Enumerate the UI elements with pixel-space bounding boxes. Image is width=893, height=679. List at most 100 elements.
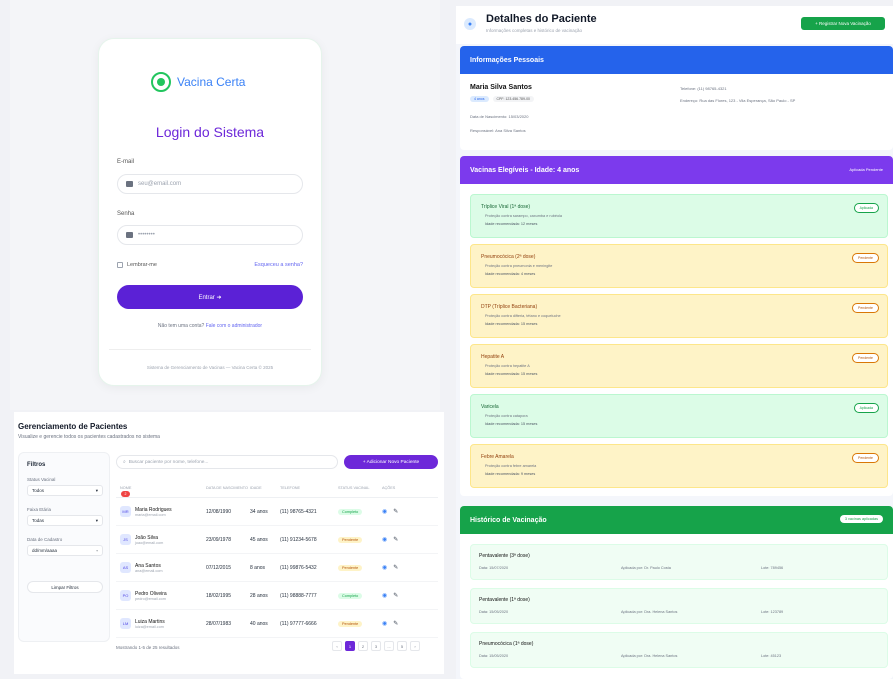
status-badge: Completo <box>338 592 363 599</box>
patient-name: Ana Santos <box>135 562 161 569</box>
view-icon[interactable]: ◉ <box>382 536 387 543</box>
clear-filters-button[interactable]: Limpar Filtros <box>27 581 103 593</box>
patient-age: 45 anos <box>250 536 268 543</box>
actions-cell: ◉ ✎ <box>382 564 422 571</box>
guardian: Responsável: Ana Silva Santos <box>470 128 526 133</box>
age-filter-value: Todas <box>32 518 45 523</box>
patient-email: maria@email.com <box>135 512 166 517</box>
patient-cell: JS João Silva joao@email.com <box>116 534 206 545</box>
page-1[interactable]: 1 <box>345 641 355 651</box>
vaccine-description: Proteção contra pneumonia e meningite <box>485 264 553 268</box>
vaccine-card[interactable]: Hepatite A Proteção contra hepatite A Idad… <box>470 344 888 388</box>
date-filter-value: dd/mm/aaaa <box>32 548 58 553</box>
actions-cell: ◉ ✎ <box>382 620 422 627</box>
page-5[interactable]: 5 <box>397 641 407 651</box>
status-cell: Pendente <box>338 620 382 627</box>
patient-detail-panel: ● Detalhes do Paciente Informações compl… <box>456 6 893 679</box>
birth-date: Data de Nascimento: 15/03/2020 <box>470 114 529 119</box>
patient-identity: Ana Santos ana@email.com <box>135 563 163 573</box>
chevron-down-icon: ▾ <box>95 487 98 493</box>
edit-icon[interactable]: ✎ <box>393 564 398 571</box>
history-date: Data: 15/07/2020 <box>479 566 509 570</box>
new-badge: 2 <box>121 491 130 497</box>
page-next[interactable]: › <box>410 641 420 651</box>
remember-me[interactable]: Lembrar-me <box>117 262 157 268</box>
edit-icon[interactable]: ✎ <box>393 620 398 627</box>
vaccine-description: Proteção contra sarampo, caxumba e rubéo… <box>485 214 563 218</box>
vaccine-recommended-age: Idade recomendada: 9 meses <box>485 472 536 476</box>
add-patient-button[interactable]: + Adicionar Novo Paciente <box>344 455 438 469</box>
view-icon[interactable]: ◉ <box>382 564 387 571</box>
vaccine-name: Tríplice Viral (1ª dose) <box>481 204 531 210</box>
view-icon[interactable]: ◉ <box>382 508 387 515</box>
table-row[interactable]: PO Pedro Oliveira pedro@email.com 18/02/199… <box>116 582 438 610</box>
vaccine-description: Proteção contra difteria, tétano e coque… <box>485 314 561 318</box>
date-filter-input[interactable]: dd/mm/aaaa ▫ <box>27 545 103 556</box>
email-field[interactable]: seu@email.com <box>117 174 303 194</box>
contact-admin-link[interactable]: Fale com o administrador <box>206 323 262 329</box>
address: Endereço: Rua das Flores, 123 - Vila Esp… <box>680 98 796 103</box>
status-filter-select[interactable]: Todos ▾ <box>27 485 103 496</box>
lock-icon <box>126 232 133 238</box>
patients-table: NOME DATA DE NASCIMENTO IDADE TELEFONE S… <box>116 478 438 638</box>
page-2[interactable]: 2 <box>358 641 368 651</box>
table-row[interactable]: AS Ana Santos ana@email.com 07/12/2015 8 ano… <box>116 554 438 582</box>
view-icon[interactable]: ◉ <box>382 592 387 599</box>
vaccine-card[interactable]: Febre Amarela Proteção contra febre amare… <box>470 444 888 488</box>
status-badge: Pendente <box>338 536 363 543</box>
history-date: Data: 15/05/2020 <box>479 654 509 658</box>
vaccine-status-badge: Aplicada <box>853 203 879 213</box>
history-count-badge: 3 vacinas aplicadas <box>839 515 883 523</box>
vaccine-card[interactable]: DTP (Tríplice Bacteriana) Proteção contra… <box>470 294 888 338</box>
col-age: IDADE <box>250 485 262 490</box>
status-badge: Completo <box>338 508 363 515</box>
edit-icon[interactable]: ✎ <box>393 508 398 515</box>
search-input[interactable]: ⌕ Buscar paciente por nome, telefone... <box>116 455 338 469</box>
age-filter-select[interactable]: Todas ▾ <box>27 515 103 526</box>
vaccine-card[interactable]: Pneumocócica (2ª dose) Proteção contra pn… <box>470 244 888 288</box>
history-card: Pentavalente (3ª dose) Data: 15/07/2020 Ap… <box>470 544 888 580</box>
patient-dob: 12/08/1990 <box>206 508 232 515</box>
vaccine-card[interactable]: Tríplice Viral (1ª dose) Proteção contra … <box>470 194 888 238</box>
vaccine-status-badge: Pendente <box>852 453 879 463</box>
password-field[interactable]: •••••••• <box>117 225 303 245</box>
patient-name: Maria Silva Santos <box>470 84 532 91</box>
vaccine-name: Varicela <box>481 404 499 410</box>
vaccine-card[interactable]: Varicela Proteção contra catapora Idade re… <box>470 394 888 438</box>
history-applied-by: Aplicada por: Dra. Helena Santos <box>621 610 678 614</box>
vaccine-status-badge: Pendente <box>852 353 879 363</box>
patient-age: 8 anos <box>250 564 266 571</box>
view-icon[interactable]: ◉ <box>382 620 387 627</box>
status-cell: Pendente <box>338 564 382 571</box>
table-row[interactable]: JS João Silva joao@email.com 23/09/1978 45 a… <box>116 526 438 554</box>
patient-age: 40 anos <box>250 620 268 627</box>
status-filter-value: Todos <box>32 488 45 493</box>
history-card: Pentavalente (1ª dose) Data: 15/05/2020 Ap… <box>470 588 888 624</box>
register-vaccination-button[interactable]: + Registrar Nova Vacinação <box>801 17 885 30</box>
history-lot: Lote: 45123 <box>761 654 782 658</box>
page-prev[interactable]: ‹ <box>332 641 342 651</box>
vaccine-description: Proteção contra catapora <box>485 414 528 418</box>
edit-icon[interactable]: ✎ <box>393 592 398 599</box>
vaccine-description: Proteção contra hepatite A <box>485 364 530 368</box>
forgot-password-link[interactable]: Esqueceu a senha? <box>254 262 303 268</box>
patient-cell: LM Luiza Martins luiza@email.com <box>116 618 206 629</box>
avatar: LM <box>120 618 131 629</box>
page-3[interactable]: 3 <box>371 641 381 651</box>
col-status: STATUS VACINAL <box>338 485 370 490</box>
personal-info-header: Informações Pessoais <box>460 46 893 74</box>
login-footer: Sistema de Gerenciamento de Vacinas — Va… <box>146 365 274 370</box>
history-lot: Lote: 789456 <box>761 566 784 570</box>
table-row[interactable]: LM Luiza Martins luiza@email.com 28/07/1983… <box>116 610 438 638</box>
brand-logo: Vacina Certa <box>151 72 245 92</box>
patient-identity: Maria Rodrigues maria@email.com <box>135 507 172 517</box>
patient-identity: João Silva joao@email.com <box>135 535 163 545</box>
login-button[interactable]: Entrar ➜ <box>117 285 303 309</box>
page-ellipsis: ... <box>384 641 394 651</box>
table-row[interactable]: MR Maria Rodrigues maria@email.com 12/08/19… <box>116 498 438 526</box>
vaccine-status-badge: Pendente <box>852 303 879 313</box>
remember-checkbox[interactable] <box>117 262 123 268</box>
edit-icon[interactable]: ✎ <box>393 536 398 543</box>
patient-dob: 07/12/2015 <box>206 564 232 571</box>
patients-subtitle: Visualize e gerencie todos os pacientes … <box>18 434 160 440</box>
